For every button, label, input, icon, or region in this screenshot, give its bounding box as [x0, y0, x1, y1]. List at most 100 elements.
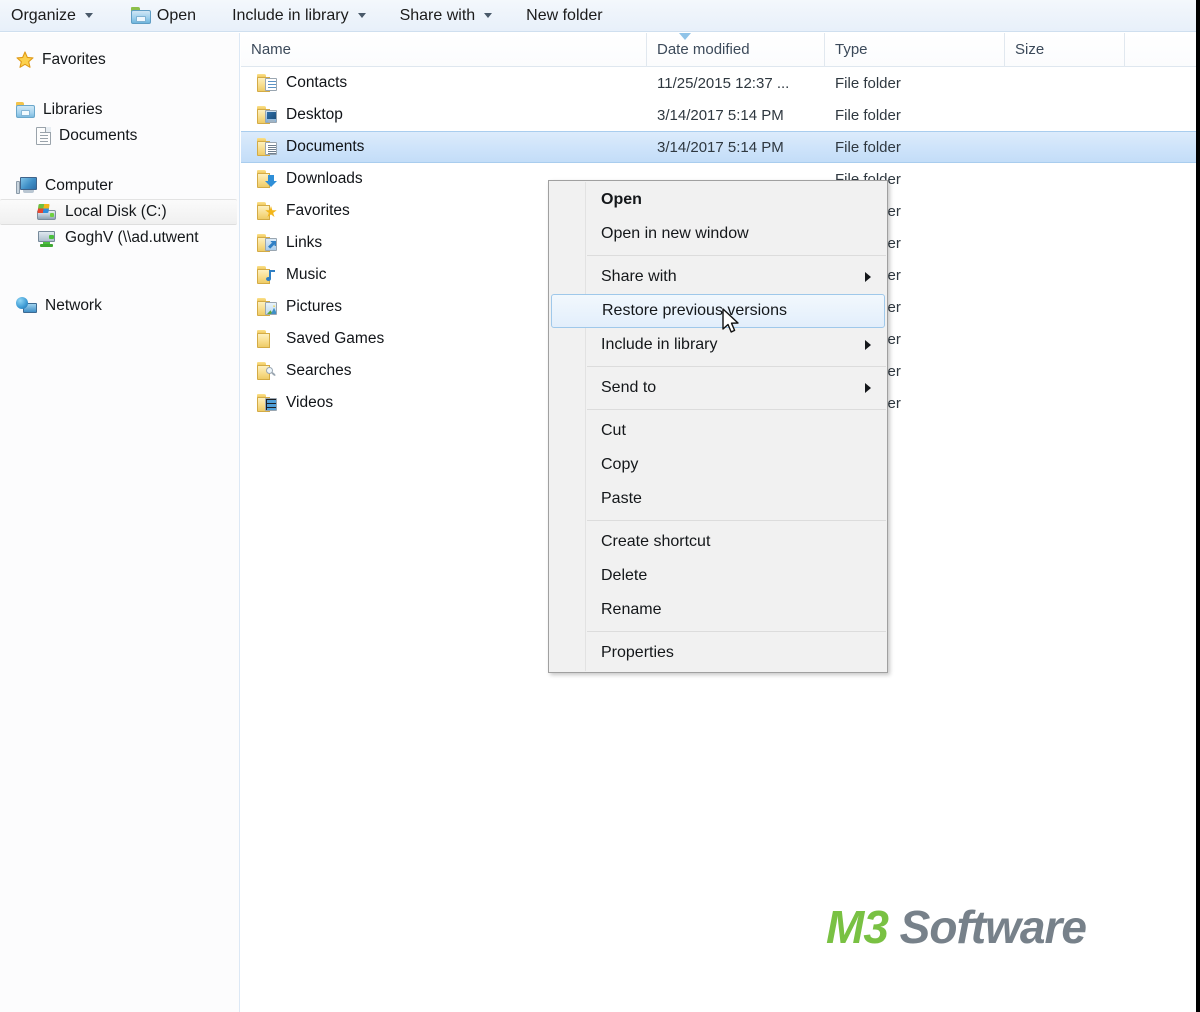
- context-menu-item-label: Open: [601, 191, 642, 208]
- column-header-name[interactable]: Name: [241, 32, 647, 67]
- folder-downloads-icon: [257, 170, 277, 188]
- context-menu-item-share-with[interactable]: Share with: [549, 260, 887, 294]
- share-with-button[interactable]: Share with: [389, 3, 504, 29]
- sidebar-item-favorites[interactable]: Favorites: [0, 47, 239, 73]
- file-name-cell: Contacts: [241, 74, 647, 92]
- file-name-label: Pictures: [286, 298, 342, 315]
- open-button[interactable]: Open: [120, 3, 207, 29]
- sidebar-item-local-disk-c[interactable]: Local Disk (C:): [0, 199, 237, 225]
- new-folder-button[interactable]: New folder: [515, 3, 613, 29]
- context-menu-item-label: Restore previous versions: [602, 302, 787, 319]
- column-header-size[interactable]: Size: [1005, 32, 1125, 67]
- file-name-label: Documents: [286, 138, 365, 155]
- sidebar-item-label: Favorites: [42, 51, 106, 68]
- file-type-cell: File folder: [835, 138, 901, 156]
- sort-ascending-icon: [679, 33, 691, 40]
- context-menu-item-label: Send to: [601, 379, 657, 396]
- context-menu-item-send-to[interactable]: Send to: [549, 371, 887, 405]
- column-header-date-modified[interactable]: Date modified: [647, 32, 825, 67]
- context-menu-item-include-in-library[interactable]: Include in library: [549, 328, 887, 362]
- chevron-down-icon: [484, 13, 493, 18]
- context-menu-item-copy[interactable]: Copy: [549, 448, 887, 482]
- context-menu-item-label: Copy: [601, 456, 639, 473]
- navigation-pane: Favorites Libraries Documents Computer L…: [0, 33, 240, 1012]
- context-menu-item-label: Delete: [601, 567, 648, 584]
- table-row[interactable]: Contacts 11/25/2015 12:37 ... File folde…: [241, 67, 1196, 99]
- context-menu-separator: [587, 255, 886, 256]
- file-name-cell: Desktop: [241, 106, 647, 124]
- folder-desktop-icon: [257, 106, 277, 124]
- folder-saved-icon: [257, 330, 277, 348]
- folder-documents-icon: [257, 138, 277, 156]
- chevron-down-icon: [357, 13, 366, 18]
- file-name-label: Searches: [286, 362, 352, 379]
- context-menu-item-label: Properties: [601, 644, 674, 661]
- sidebar-item-label: Computer: [45, 177, 114, 194]
- context-menu-item-label: Cut: [601, 422, 626, 439]
- library-folder-icon: [16, 102, 35, 118]
- file-name-label: Music: [286, 266, 327, 283]
- sidebar-item-documents[interactable]: Documents: [0, 123, 239, 149]
- table-row[interactable]: Desktop 3/14/2017 5:14 PM File folder: [241, 99, 1196, 131]
- computer-icon: [16, 177, 37, 195]
- context-menu-item-open[interactable]: Open: [549, 183, 887, 217]
- column-header-row: Name Date modified Type Size: [241, 32, 1196, 67]
- file-date-cell: 3/14/2017 5:14 PM: [657, 138, 784, 156]
- include-in-library-button[interactable]: Include in library: [221, 3, 377, 29]
- table-row[interactable]: Documents 3/14/2017 5:14 PM File folder: [241, 131, 1196, 163]
- column-header-label: Size: [1015, 41, 1045, 58]
- context-menu-item-rename[interactable]: Rename: [549, 593, 887, 627]
- column-header-label: Type: [835, 41, 868, 58]
- file-name-label: Saved Games: [286, 330, 385, 347]
- star-icon: [16, 51, 34, 69]
- folder-links-icon: [257, 234, 277, 252]
- share-with-label: Share with: [399, 6, 476, 24]
- sidebar-item-label: GoghV (\\ad.utwent: [65, 229, 199, 246]
- file-type-cell: File folder: [835, 74, 901, 92]
- chevron-right-icon: [865, 383, 871, 393]
- command-toolbar: Organize Open Include in library Share w…: [0, 0, 1196, 32]
- context-menu: Open Open in new window Share with Resto…: [548, 180, 888, 673]
- sidebar-item-libraries[interactable]: Libraries: [0, 97, 239, 123]
- file-date-cell: 11/25/2015 12:37 ...: [657, 74, 790, 92]
- organize-label: Organize: [11, 6, 76, 24]
- sidebar-item-computer[interactable]: Computer: [0, 173, 239, 199]
- context-menu-item-open-in-new-window[interactable]: Open in new window: [549, 217, 887, 251]
- file-name-label: Contacts: [286, 74, 348, 91]
- folder-music-icon: [257, 266, 277, 284]
- hard-drive-icon: [36, 203, 57, 221]
- context-menu-item-delete[interactable]: Delete: [549, 559, 887, 593]
- folder-searches-icon: [257, 362, 277, 380]
- context-menu-item-cut[interactable]: Cut: [549, 414, 887, 448]
- context-menu-item-paste[interactable]: Paste: [549, 482, 887, 516]
- sidebar-item-goghv-network-drive[interactable]: GoghV (\\ad.utwent: [0, 225, 239, 251]
- file-name-cell: Documents: [241, 138, 647, 156]
- context-menu-item-label: Include in library: [601, 336, 718, 353]
- organize-button[interactable]: Organize: [0, 3, 104, 29]
- column-header-type[interactable]: Type: [825, 32, 1005, 67]
- context-menu-item-create-shortcut[interactable]: Create shortcut: [549, 525, 887, 559]
- context-menu-separator: [587, 631, 886, 632]
- context-menu-separator: [587, 366, 886, 367]
- document-icon: [36, 127, 51, 145]
- file-name-label: Links: [286, 234, 323, 251]
- sidebar-item-label: Libraries: [43, 101, 103, 118]
- chevron-right-icon: [865, 340, 871, 350]
- chevron-down-icon: [84, 13, 93, 18]
- sidebar-item-network[interactable]: Network: [0, 293, 239, 319]
- context-menu-item-properties[interactable]: Properties: [549, 636, 887, 670]
- open-label: Open: [156, 6, 197, 24]
- column-header-label: Date modified: [657, 41, 750, 58]
- sidebar-item-label: Network: [45, 297, 102, 314]
- context-menu-item-label: Rename: [601, 601, 662, 618]
- network-globe-icon: [16, 297, 37, 315]
- chevron-right-icon: [865, 272, 871, 282]
- context-menu-item-restore-previous-versions[interactable]: Restore previous versions: [551, 294, 885, 328]
- watermark-brand: M3: [826, 901, 889, 953]
- file-name-label: Favorites: [286, 202, 350, 219]
- file-type-cell: File folder: [835, 106, 901, 124]
- folder-contacts-icon: [257, 74, 277, 92]
- file-name-label: Desktop: [286, 106, 343, 123]
- column-header-label: Name: [251, 41, 292, 58]
- folder-pictures-icon: [257, 298, 277, 316]
